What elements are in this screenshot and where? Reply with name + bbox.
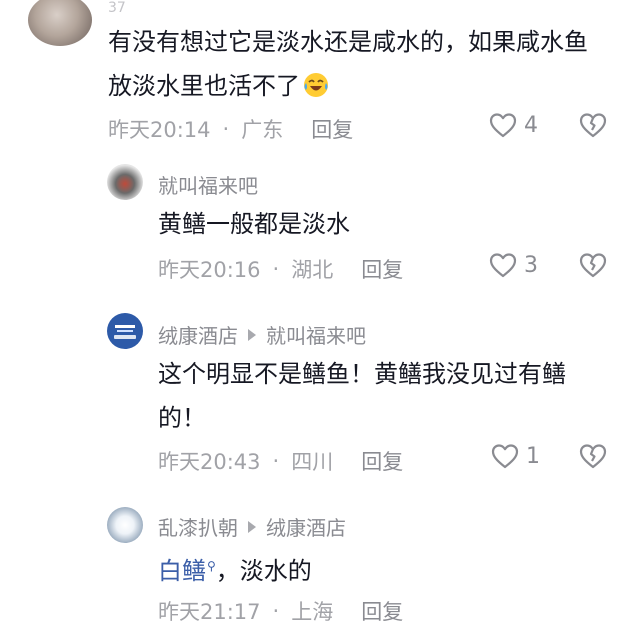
comment-meta: 昨天20:43 · 四川 回复	[158, 446, 403, 476]
location: 湖北	[291, 258, 334, 282]
comment-item: 37 有没有想过它是淡水还是咸水的，如果咸水鱼放淡水里也活不了 昨天20:14 …	[0, 0, 640, 150]
like-count: 4	[524, 112, 538, 138]
like-button[interactable]: 1	[490, 442, 540, 470]
crying-laughing-emoji-icon	[304, 73, 328, 97]
reply-target[interactable]: 绒康酒店	[266, 512, 346, 541]
timestamp: 昨天20:43	[158, 450, 261, 474]
search-icon: ⚲	[207, 559, 216, 573]
author-name[interactable]: 绒康酒店	[158, 320, 238, 349]
location: 四川	[291, 450, 334, 474]
broken-heart-icon	[579, 444, 607, 469]
like-count: 1	[526, 443, 540, 469]
heart-icon	[489, 253, 517, 278]
avatar[interactable]	[107, 313, 143, 349]
comment-text: 有没有想过它是淡水还是咸水的，如果咸水鱼放淡水里也活不了	[108, 28, 588, 100]
like-count: 3	[524, 252, 538, 278]
separator-dot: ·	[272, 449, 280, 473]
comment-text: 黄鳝一般都是淡水	[158, 210, 350, 238]
reply-target[interactable]: 就叫福来吧	[266, 320, 366, 349]
comment-meta: 昨天20:14 · 广东 回复	[108, 114, 353, 144]
timestamp: 昨天21:17	[158, 600, 261, 624]
separator-dot: ·	[222, 117, 230, 141]
comment-item: 绒康酒店 就叫福来吧 这个明显不是鳝鱼！黄鳝我没见过有鳝 的！ 昨天20:43 …	[0, 300, 640, 490]
broken-heart-icon	[579, 253, 607, 278]
reply-button[interactable]: 回复	[361, 254, 403, 284]
avatar[interactable]	[107, 164, 143, 200]
hotel-logo-icon	[114, 325, 136, 339]
comment-text: 白鳝⚲，淡水的	[158, 557, 312, 585]
comment-meta: 昨天21:17 · 上海 回复	[158, 596, 403, 626]
reply-arrow-icon	[248, 520, 256, 533]
comment-author: 绒康酒店 就叫福来吧	[158, 320, 366, 349]
reply-button[interactable]: 回复	[311, 114, 353, 144]
comment-text: 这个明显不是鳝鱼！黄鳝我没见过有鳝 的！	[158, 360, 566, 432]
avatar[interactable]	[28, 0, 92, 46]
comment-author: 乱漆扒朝 绒康酒店	[158, 512, 346, 541]
like-button[interactable]: 3	[488, 251, 538, 279]
comment-meta: 昨天20:16 · 湖北 回复	[158, 254, 403, 284]
broken-heart-icon	[579, 113, 607, 138]
comment-stub: 37	[108, 0, 126, 16]
location: 上海	[291, 600, 334, 624]
like-button[interactable]: 4	[488, 111, 538, 139]
author-name[interactable]: 乱漆扒朝	[158, 512, 238, 541]
reply-button[interactable]: 回复	[361, 596, 403, 626]
avatar[interactable]	[107, 507, 143, 543]
reply-button[interactable]: 回复	[361, 446, 403, 476]
timestamp: 昨天20:14	[108, 118, 211, 142]
comment-item: 乱漆扒朝 绒康酒店 白鳝⚲，淡水的 昨天21:17 · 上海 回复	[0, 500, 640, 643]
separator-dot: ·	[272, 599, 280, 623]
location: 广东	[241, 118, 284, 142]
search-link[interactable]: 白鳝⚲	[158, 557, 216, 585]
comment-item: 就叫福来吧 黄鳝一般都是淡水 昨天20:16 · 湖北 回复 3	[0, 160, 640, 290]
dislike-button[interactable]	[578, 111, 608, 143]
separator-dot: ·	[272, 257, 280, 281]
timestamp: 昨天20:16	[158, 258, 261, 282]
reply-arrow-icon	[248, 328, 256, 341]
comment-author[interactable]: 就叫福来吧	[158, 170, 258, 199]
dislike-button[interactable]	[578, 251, 608, 283]
heart-icon	[489, 113, 517, 138]
dislike-button[interactable]	[578, 442, 608, 474]
heart-icon	[491, 444, 519, 469]
